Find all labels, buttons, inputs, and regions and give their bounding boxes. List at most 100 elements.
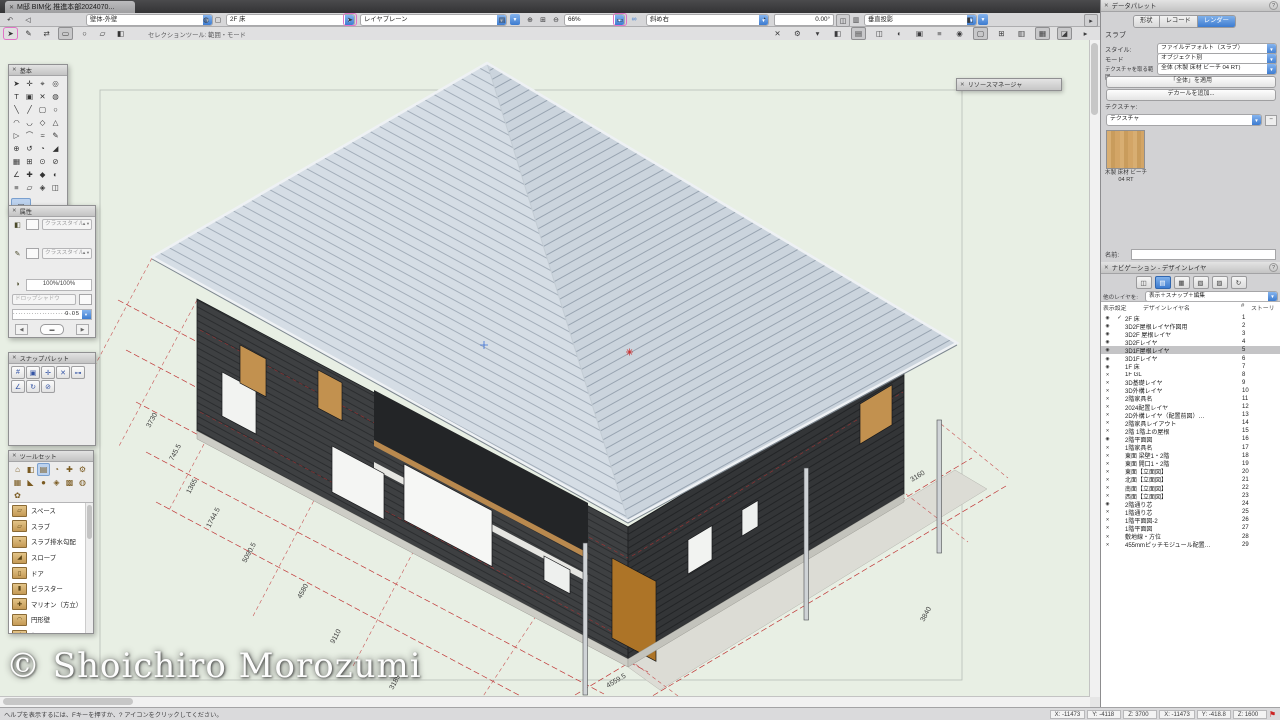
drop-shadow-toggle[interactable] <box>79 294 92 305</box>
toolset-tool-item[interactable]: ▮ ピラスター <box>9 581 93 597</box>
navigation-tab-icon[interactable]: ◫ <box>1136 276 1152 289</box>
fit-view-icon[interactable]: ▭ <box>614 14 626 25</box>
layer-plane-dropdown[interactable]: レイヤプレーン▼ <box>360 14 507 26</box>
snap-toggle-icon[interactable]: ⊶ <box>71 366 85 379</box>
design-layer-row[interactable]: ◉ 1F 床 7 <box>1101 363 1280 371</box>
line-weight-dropdown[interactable]: ·······················0.05▼ <box>12 309 92 320</box>
tool-icon[interactable]: △ <box>49 116 62 129</box>
toolset-category-icon[interactable]: ✚ <box>63 463 76 476</box>
tool-icon[interactable]: ◠ <box>10 116 23 129</box>
visibility-icon[interactable]: ✕ <box>1101 372 1114 378</box>
tool-icon[interactable]: ▱ <box>23 181 36 194</box>
chevron-down-icon[interactable]: ▼ <box>1268 292 1277 301</box>
mode-icon[interactable]: ▢ <box>973 27 988 40</box>
toolset-tool-item[interactable]: ∠ 勾配 <box>9 628 93 633</box>
standard-view-dropdown[interactable]: 斜め右▼ <box>646 14 769 26</box>
tab-close-icon[interactable]: ✕ <box>9 4 14 11</box>
canvas-horizontal-scrollbar[interactable] <box>0 696 1090 707</box>
visibility-icon[interactable]: ✕ <box>1101 461 1114 467</box>
mode-icon[interactable]: ⚙ <box>791 28 804 39</box>
tool-icon[interactable]: ➤ <box>10 77 23 90</box>
tab-shape[interactable]: 形状 <box>1134 16 1160 27</box>
tool-icon[interactable]: ◔ <box>36 142 49 155</box>
tool-icon[interactable]: ◢ <box>49 142 62 155</box>
mode-icon[interactable]: ◧ <box>114 28 127 39</box>
visibility-icon[interactable]: ✕ <box>1101 485 1114 491</box>
canvas-vertical-scrollbar[interactable] <box>1089 40 1100 697</box>
clip-cube-icon[interactable]: ▥ <box>850 14 862 25</box>
resource-manager-titlebar[interactable]: ✕ リソースマネージャ <box>956 78 1062 91</box>
mode-icon[interactable]: ▦ <box>1035 27 1050 40</box>
toolset-category-icon[interactable]: ◔ <box>50 463 63 476</box>
mode-icon[interactable]: ▱ <box>96 28 109 39</box>
tool-icon[interactable]: ◇ <box>36 116 49 129</box>
active-layer-dropdown[interactable]: 2F 床▼ <box>226 14 355 26</box>
toolset-tool-item[interactable]: ◠ 円形壁 <box>9 612 93 628</box>
tool-icon[interactable]: ▦ <box>10 155 23 168</box>
tool-icon[interactable]: ▷ <box>10 129 23 142</box>
visibility-icon[interactable]: ◉ <box>1101 323 1114 329</box>
tool-icon[interactable]: ▢ <box>36 103 49 116</box>
visibility-icon[interactable]: ✕ <box>1101 412 1114 418</box>
toolset-category-icon[interactable]: ◣ <box>24 476 37 489</box>
fill-style-dropdown[interactable]: クラススタイル▲▼ <box>42 219 92 230</box>
attributes-palette-titlebar[interactable]: ✕ 属性 <box>9 206 95 217</box>
render-options-dropdown-icon[interactable]: ▼ <box>978 14 988 25</box>
visibility-icon[interactable]: ✕ <box>1101 517 1114 523</box>
help-icon[interactable]: ? <box>1269 1 1278 10</box>
tool-icon[interactable]: ◆ <box>36 168 49 181</box>
visibility-icon[interactable]: ◉ <box>1101 436 1114 442</box>
design-layer-row[interactable]: ✕ 455mmピッチモジュール配置… 29 <box>1101 541 1280 549</box>
mode-icon[interactable]: ◧ <box>831 28 844 39</box>
texture-scope-dropdown[interactable]: 全体 (木製 床材 ビーチ 04 RT)▼ <box>1157 63 1277 75</box>
scrollbar-thumb[interactable] <box>1091 43 1098 115</box>
layer-name[interactable]: 455mmピッチモジュール配置… <box>1125 540 1242 549</box>
visibility-icon[interactable]: ✕ <box>1101 542 1114 548</box>
layer-name[interactable]: 1F GL <box>1125 372 1242 378</box>
mode-icon[interactable]: ≡ <box>933 28 946 39</box>
close-icon[interactable]: ✕ <box>1104 3 1109 9</box>
tool-icon[interactable]: ⊕ <box>10 142 23 155</box>
tool-icon[interactable]: ✚ <box>23 168 36 181</box>
mode-icon[interactable]: ▥ <box>1015 28 1028 39</box>
mode-icon[interactable]: ⊞ <box>995 28 1008 39</box>
snap-toggle-icon[interactable]: # <box>11 366 25 379</box>
mode-icon[interactable]: ○ <box>78 28 91 39</box>
close-icon[interactable]: ✕ <box>960 82 965 88</box>
pen-style-dropdown[interactable]: クラススタイル▲▼ <box>42 248 92 259</box>
visibility-icon[interactable]: ◉ <box>1101 339 1114 345</box>
add-decal-button[interactable]: デカールを追加... <box>1106 89 1276 101</box>
toolset-category-icon[interactable]: ▩ <box>63 476 76 489</box>
mode-icon[interactable]: ◪ <box>1057 27 1072 40</box>
close-icon[interactable]: ✕ <box>12 355 17 361</box>
help-icon[interactable]: ? <box>1269 263 1278 272</box>
history-back-icon[interactable]: ↶ <box>4 14 16 25</box>
tool-icon[interactable]: ↺ <box>23 142 36 155</box>
mode-icon[interactable]: ▸ <box>1079 28 1092 39</box>
zoom-out-icon[interactable]: ⊖ <box>550 14 562 25</box>
tab-record[interactable]: レコード <box>1160 16 1198 27</box>
tool-icon[interactable]: ≈ <box>36 129 49 142</box>
basic-palette-titlebar[interactable]: ✕ 基本 <box>9 65 67 76</box>
navigation-tab-icon[interactable]: ▤ <box>1155 276 1171 289</box>
mode-icon[interactable]: ▾ <box>811 28 824 39</box>
render-mode-icon[interactable]: ◫ <box>836 14 850 27</box>
texture-thumbnail[interactable] <box>1106 130 1145 169</box>
toolset-tool-item[interactable]: ◢ スロープ <box>9 550 93 566</box>
visibility-icon[interactable]: ✕ <box>1101 525 1114 531</box>
mode-icon[interactable]: ⇄ <box>40 28 53 39</box>
snap-toggle-icon[interactable]: ▣ <box>26 366 40 379</box>
mode-icon[interactable]: ▭ <box>58 27 73 40</box>
fill-swatch[interactable] <box>26 219 39 230</box>
mode-icon[interactable]: ✎ <box>22 28 35 39</box>
tool-icon[interactable]: ≡ <box>10 181 23 194</box>
snap-toggle-icon[interactable]: ⊘ <box>41 380 55 393</box>
toolset-category-icon[interactable]: ▤ <box>37 463 50 476</box>
chevron-down-icon[interactable]: ▼ <box>1252 115 1261 125</box>
toolset-category-icon[interactable]: ⚙ <box>76 463 89 476</box>
toolset-palette-titlebar[interactable]: ✕ ツールセット <box>9 451 93 462</box>
scrollbar-thumb[interactable] <box>3 698 133 705</box>
sheet-dropdown-icon[interactable]: ▼ <box>510 14 520 25</box>
visibility-icon[interactable]: ◉ <box>1101 347 1114 353</box>
toolset-tool-item[interactable]: ▯ ドア <box>9 565 93 581</box>
